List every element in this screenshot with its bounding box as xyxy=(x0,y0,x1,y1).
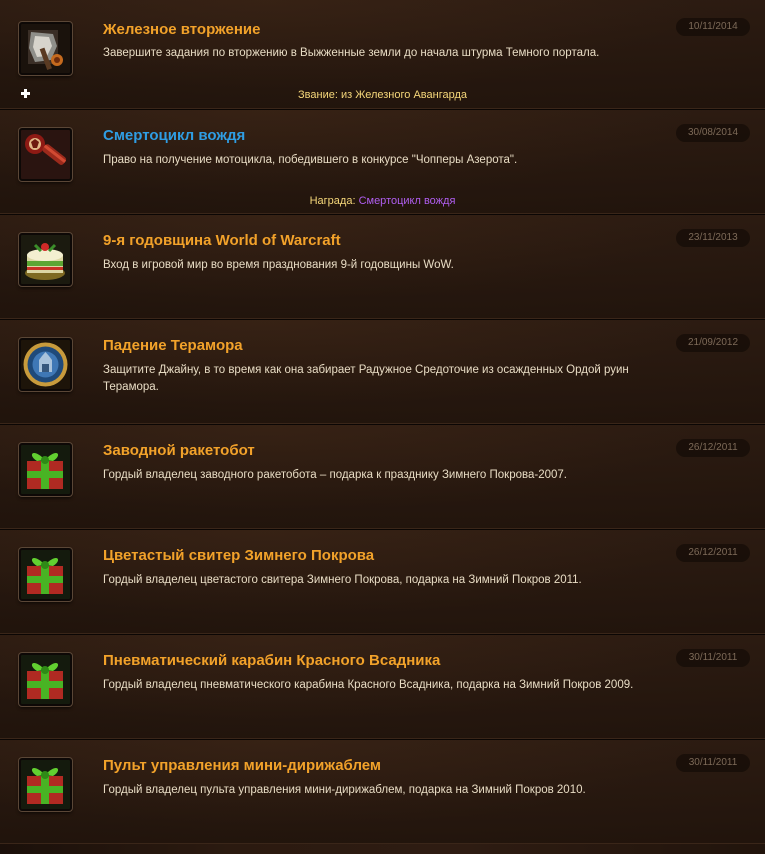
achievement-row[interactable]: Пульт управления мини-дирижаблем Гордый … xyxy=(0,739,765,844)
gift-box-icon xyxy=(19,548,72,601)
achievement-description: Гордый владелец пневматического карабина… xyxy=(103,679,634,691)
horde-key-icon xyxy=(19,128,72,181)
axe-icon xyxy=(19,22,72,75)
achievement-date: 21/09/2012 xyxy=(676,334,750,352)
achievement-title: Пневматический карабин Красного Всадника xyxy=(103,652,441,669)
achievement-row[interactable]: Железное вторжение Завершите задания по … xyxy=(0,0,765,109)
gift-box-icon xyxy=(19,443,72,496)
achievement-reward: Звание: из Железного Авангарда xyxy=(298,89,467,101)
achievement-date: 26/12/2011 xyxy=(676,439,750,457)
achievement-title: Цветастый свитер Зимнего Покрова xyxy=(103,547,375,564)
gift-box-icon xyxy=(19,653,72,706)
achievement-description: Гордый владелец пульта управления мини-д… xyxy=(103,784,586,796)
achievement-description: Гордый владелец цветастого свитера Зимне… xyxy=(103,574,582,586)
achievement-reward: Награда: Смертоцикл вождя xyxy=(0,195,765,207)
cake-icon xyxy=(19,233,72,286)
achievement-row[interactable]: 9-я годовщина World of Warcraft Вход в и… xyxy=(0,214,765,319)
achievement-title: Железное вторжение xyxy=(103,21,261,38)
achievement-row[interactable]: Цветастый свитер Зимнего Покрова Гордый … xyxy=(0,529,765,634)
achievement-row[interactable]: Смертоцикл вождя Право на получение мото… xyxy=(0,109,765,214)
theramore-crest-icon xyxy=(19,338,72,391)
achievement-title: Смертоцикл вождя xyxy=(103,127,246,144)
achievement-date: 30/11/2011 xyxy=(676,754,750,772)
achievement-description: Защитите Джайну, в то время как она заби… xyxy=(103,364,629,393)
gift-box-icon xyxy=(19,758,72,811)
achievement-title: Пульт управления мини-дирижаблем xyxy=(103,757,382,774)
achievement-description: Право на получение мотоцикла, победившег… xyxy=(103,154,518,166)
achievement-date: 30/08/2014 xyxy=(676,124,750,142)
achievement-list: Железное вторжение Завершите задания по … xyxy=(0,0,765,854)
achievement-date: 30/11/2011 xyxy=(676,649,750,667)
reward-item-link[interactable]: Смертоцикл вождя xyxy=(359,195,456,207)
achievement-description: Гордый владелец заводного ракетобота – п… xyxy=(103,469,567,481)
achievement-description: Завершите задания по вторжению в Выжженн… xyxy=(103,47,600,59)
achievement-title: Заводной ракетобот xyxy=(103,442,255,459)
achievement-date: 23/11/2013 xyxy=(676,229,750,247)
achievement-date: 26/12/2011 xyxy=(676,544,750,562)
achievement-title: Падение Терамора xyxy=(103,337,243,354)
achievement-row[interactable]: Пневматический карабин Красного Всадника… xyxy=(0,634,765,739)
achievement-row[interactable]: Падение Терамора Защитите Джайну, в то в… xyxy=(0,319,765,424)
achievement-description: Вход в игровой мир во время празднования… xyxy=(103,259,454,271)
reward-label: Награда: xyxy=(309,195,359,207)
achievement-row[interactable]: Заводной ракетобот Гордый владелец завод… xyxy=(0,424,765,529)
achievement-title: 9-я годовщина World of Warcraft xyxy=(103,232,341,249)
achievement-date: 10/11/2014 xyxy=(676,18,750,36)
